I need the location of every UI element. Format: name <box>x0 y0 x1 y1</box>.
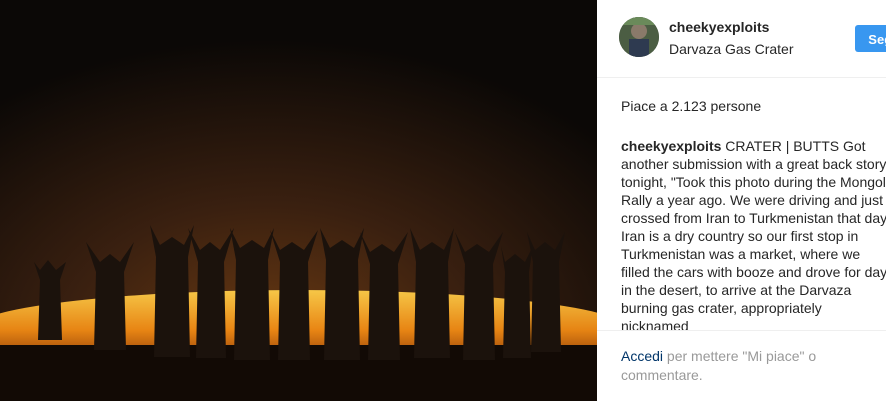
location-link[interactable]: Darvaza Gas Crater <box>669 41 793 57</box>
post-side-panel: cheekyexploits Darvaza Gas Crater Segui … <box>597 0 886 401</box>
divider <box>597 330 886 331</box>
post-header: cheekyexploits Darvaza Gas Crater Segui <box>597 0 886 78</box>
post-caption: cheekyexploits CRATER | BUTTS Got anothe… <box>621 137 886 330</box>
avatar-image-icon <box>619 17 659 57</box>
likes-count[interactable]: Piace a 2.123 persone <box>621 98 761 114</box>
caption-username-link[interactable]: cheekyexploits <box>621 138 721 154</box>
username-link[interactable]: cheekyexploits <box>669 19 769 35</box>
follow-button[interactable]: Segui <box>855 25 886 52</box>
crater-photo <box>0 0 597 401</box>
login-link[interactable]: Accedi <box>621 348 663 364</box>
login-prompt: Accedi per mettere "Mi piace" o commenta… <box>621 347 861 385</box>
post-photo <box>0 0 597 401</box>
avatar[interactable] <box>619 17 659 57</box>
caption-text: CRATER | BUTTS Got another submission wi… <box>621 138 886 330</box>
